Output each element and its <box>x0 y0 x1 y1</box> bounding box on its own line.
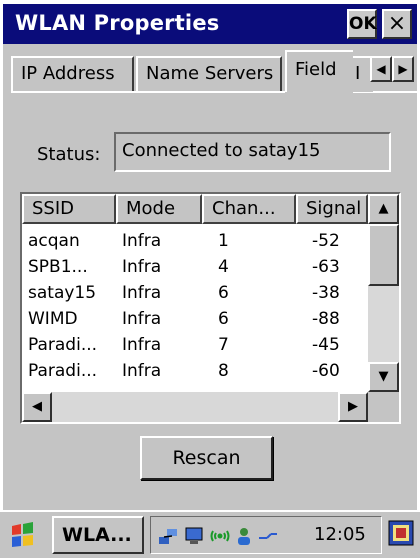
ssid-cell: Paradi... <box>28 361 98 381</box>
ok-button[interactable]: OK <box>347 9 377 39</box>
channel-cell: 7 <box>218 335 229 355</box>
horizontal-scrollbar[interactable]: ◀ ▶ <box>22 392 368 422</box>
tab-scroll-right-button[interactable]: ▶ <box>392 56 414 82</box>
network-row[interactable]: Paradi... Infra 7 -45 <box>22 332 368 358</box>
status-field: Connected to satay15 <box>114 132 391 172</box>
arrow-left-icon: ◀ <box>32 399 42 414</box>
tab-name-servers[interactable]: Name Servers <box>136 56 282 92</box>
channel-cell: 6 <box>218 309 229 329</box>
vertical-scroll-thumb[interactable] <box>368 224 399 286</box>
clock[interactable]: 12:05 <box>314 517 366 553</box>
signal-cell: -88 <box>312 309 340 329</box>
signal-cell: -38 <box>312 283 340 303</box>
connection-arrows-icon[interactable] <box>257 525 279 547</box>
mode-cell: Infra <box>122 231 162 251</box>
status-label: Status: <box>37 144 101 165</box>
rescan-button[interactable]: Rescan <box>140 436 273 480</box>
network-row[interactable]: SPB1... Infra 4 -63 <box>22 254 368 280</box>
arrow-right-icon: ▶ <box>348 399 358 414</box>
display-icon[interactable] <box>183 525 205 547</box>
network-row[interactable]: acqan Infra 1 -52 <box>22 228 368 254</box>
input-language-icon[interactable] <box>388 520 414 546</box>
scroll-left-button[interactable]: ◀ <box>22 392 52 422</box>
column-header-signal[interactable]: Signal <box>296 194 368 224</box>
column-header-ssid[interactable]: SSID <box>22 194 116 224</box>
wlan-properties-window: WLAN Properties OK × IP Address Name Ser… <box>0 0 420 558</box>
signal-cell: -52 <box>312 231 340 251</box>
signal-cell: -45 <box>312 335 340 355</box>
ssid-cell: SPB1... <box>28 257 88 277</box>
arrow-down-icon: ▼ <box>378 369 389 384</box>
tab-scroll-left-button[interactable]: ◀ <box>370 56 392 82</box>
arrow-up-icon: ▲ <box>378 201 389 216</box>
network-row[interactable]: satay15 Infra 6 -38 <box>22 280 368 306</box>
arrow-left-icon: ◀ <box>376 62 386 76</box>
ssid-cell: Paradi... <box>28 335 98 355</box>
channel-cell: 6 <box>218 283 229 303</box>
scroll-up-button[interactable]: ▲ <box>368 194 399 224</box>
windows-flag-icon <box>12 522 33 547</box>
channel-cell: 4 <box>218 257 229 277</box>
tab-field[interactable]: Field <box>285 50 353 92</box>
title-bar: WLAN Properties OK × <box>3 4 417 44</box>
tab-divider <box>11 91 285 93</box>
vertical-scrollbar[interactable]: ▲ ▼ <box>368 194 399 392</box>
ssid-cell: satay15 <box>28 283 97 303</box>
mode-cell: Infra <box>122 283 162 303</box>
close-button[interactable]: × <box>382 9 412 39</box>
network-list[interactable]: SSID Mode Chan... Signal acqan Infra 1 -… <box>20 192 401 424</box>
signal-cell: -63 <box>312 257 340 277</box>
scrollbar-corner <box>368 392 399 422</box>
ssid-cell: WIMD <box>28 309 78 329</box>
network-row[interactable]: Paradi... Infra 8 -60 <box>22 358 368 384</box>
signal-cell: -60 <box>312 361 340 381</box>
dialog-client-area: IP Address Name Servers Field I ◀ ▶ Stat… <box>3 44 417 510</box>
network-row[interactable]: WIMD Infra 6 -88 <box>22 306 368 332</box>
column-header-mode[interactable]: Mode <box>116 194 202 224</box>
start-button[interactable] <box>6 520 42 552</box>
mode-cell: Infra <box>122 257 162 277</box>
column-header-channel[interactable]: Chan... <box>202 194 296 224</box>
mode-cell: Infra <box>122 335 162 355</box>
channel-cell: 1 <box>218 231 229 251</box>
tab-ip-address[interactable]: IP Address <box>11 56 134 92</box>
window-title: WLAN Properties <box>15 11 220 35</box>
ssid-cell: acqan <box>28 231 80 251</box>
scroll-down-button[interactable]: ▼ <box>368 362 399 392</box>
user-icon[interactable] <box>233 525 255 547</box>
system-tray: 12:05 <box>150 516 382 554</box>
channel-cell: 8 <box>218 361 229 381</box>
taskbar: WLA... 12:05 <box>0 510 420 558</box>
mode-cell: Infra <box>122 361 162 381</box>
scroll-right-button[interactable]: ▶ <box>338 392 368 422</box>
mode-cell: Infra <box>122 309 162 329</box>
taskbar-task-wlan[interactable]: WLA... <box>52 516 144 554</box>
network-connection-icon[interactable] <box>157 525 179 547</box>
arrow-right-icon: ▶ <box>398 62 408 76</box>
wireless-signal-icon[interactable] <box>209 525 231 547</box>
